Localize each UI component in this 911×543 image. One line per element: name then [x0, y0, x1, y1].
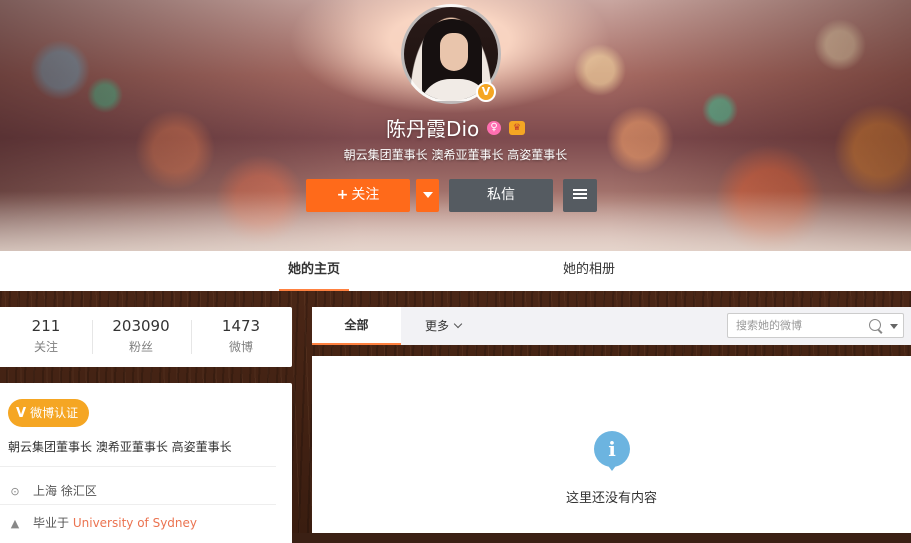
stat-label: 粉丝 [128, 340, 153, 354]
message-button[interactable]: 私信 [449, 179, 553, 212]
stat-following[interactable]: 211 关注 [0, 317, 92, 355]
location-pin-icon: ⊙ [10, 485, 20, 498]
follow-dropdown-button[interactable] [416, 179, 439, 212]
school-link[interactable]: University of Sydney [73, 516, 197, 530]
stat-posts[interactable]: 1473 微博 [195, 317, 287, 355]
feed-tab-more[interactable]: 更多 [425, 307, 463, 345]
verified-badge-icon: V [476, 82, 496, 102]
stat-followers[interactable]: 203090 粉丝 [95, 317, 187, 355]
stat-value: 211 [31, 317, 61, 335]
stat-label: 微博 [228, 340, 253, 354]
cert-label: 微博认证 [30, 406, 79, 420]
avatar-face [440, 33, 468, 71]
info-card: V 微博认证 朝云集团董事长 澳希亚董事长 高姿董事长 ⊙ 上海 徐汇区 ▲ 毕业于 … [0, 383, 292, 543]
divider [0, 504, 276, 505]
divider [92, 320, 93, 354]
more-menu-button[interactable] [563, 179, 597, 212]
caret-down-icon [422, 192, 433, 198]
weibo-certification-badge[interactable]: V 微博认证 [8, 399, 90, 427]
stat-value: 1473 [221, 317, 261, 335]
chevron-down-icon [453, 319, 463, 329]
feed-search-box [727, 313, 904, 338]
caret-down-icon[interactable] [890, 324, 898, 329]
search-icon[interactable] [869, 319, 881, 331]
follow-button[interactable]: + 关注 [306, 179, 410, 212]
vip-crown-icon[interactable]: ♛ [508, 120, 525, 135]
feed-body: i 这里还没有内容 [312, 356, 911, 533]
divider [191, 320, 192, 354]
empty-state-text: 这里还没有内容 [565, 491, 657, 506]
stat-label: 关注 [33, 340, 58, 354]
stats-card: 211 关注 203090 粉丝 1473 微博 [0, 307, 292, 367]
graduation-cap-icon: ▲ [10, 517, 20, 530]
user-bio: 朝云集团董事长 澳希亚董事长 高姿董事长 [343, 148, 568, 162]
follow-label: 关注 [351, 187, 380, 203]
location-row: ⊙ 上海 徐汇区 [8, 482, 97, 499]
location-text: 上海 徐汇区 [33, 484, 97, 498]
female-icon: ♀ [487, 120, 502, 135]
stat-value: 203090 [112, 317, 170, 335]
feed-search-input[interactable] [736, 317, 861, 334]
user-name: 陈丹霞Dio [386, 117, 480, 141]
education-row: ▲ 毕业于 University of Sydney [8, 514, 197, 531]
tab-albums[interactable]: 她的相册 [552, 251, 626, 291]
certification-title: 朝云集团董事长 澳希亚董事长 高姿董事长 [8, 440, 232, 454]
feed-tab-more-label: 更多 [425, 319, 450, 333]
hamburger-icon [573, 188, 587, 199]
feed-tab-all[interactable]: 全部 [312, 307, 401, 345]
name-row: 陈丹霞Dio ♀ ♛ [0, 113, 911, 142]
plus-icon: + [336, 187, 349, 203]
info-icon: i [594, 431, 630, 471]
divider [0, 466, 276, 467]
profile-tab-bar: 她的主页 她的相册 [0, 251, 911, 291]
tab-home[interactable]: 她的主页 [279, 251, 349, 291]
verified-v-icon: V [16, 406, 27, 421]
education-prefix: 毕业于 [33, 516, 70, 530]
